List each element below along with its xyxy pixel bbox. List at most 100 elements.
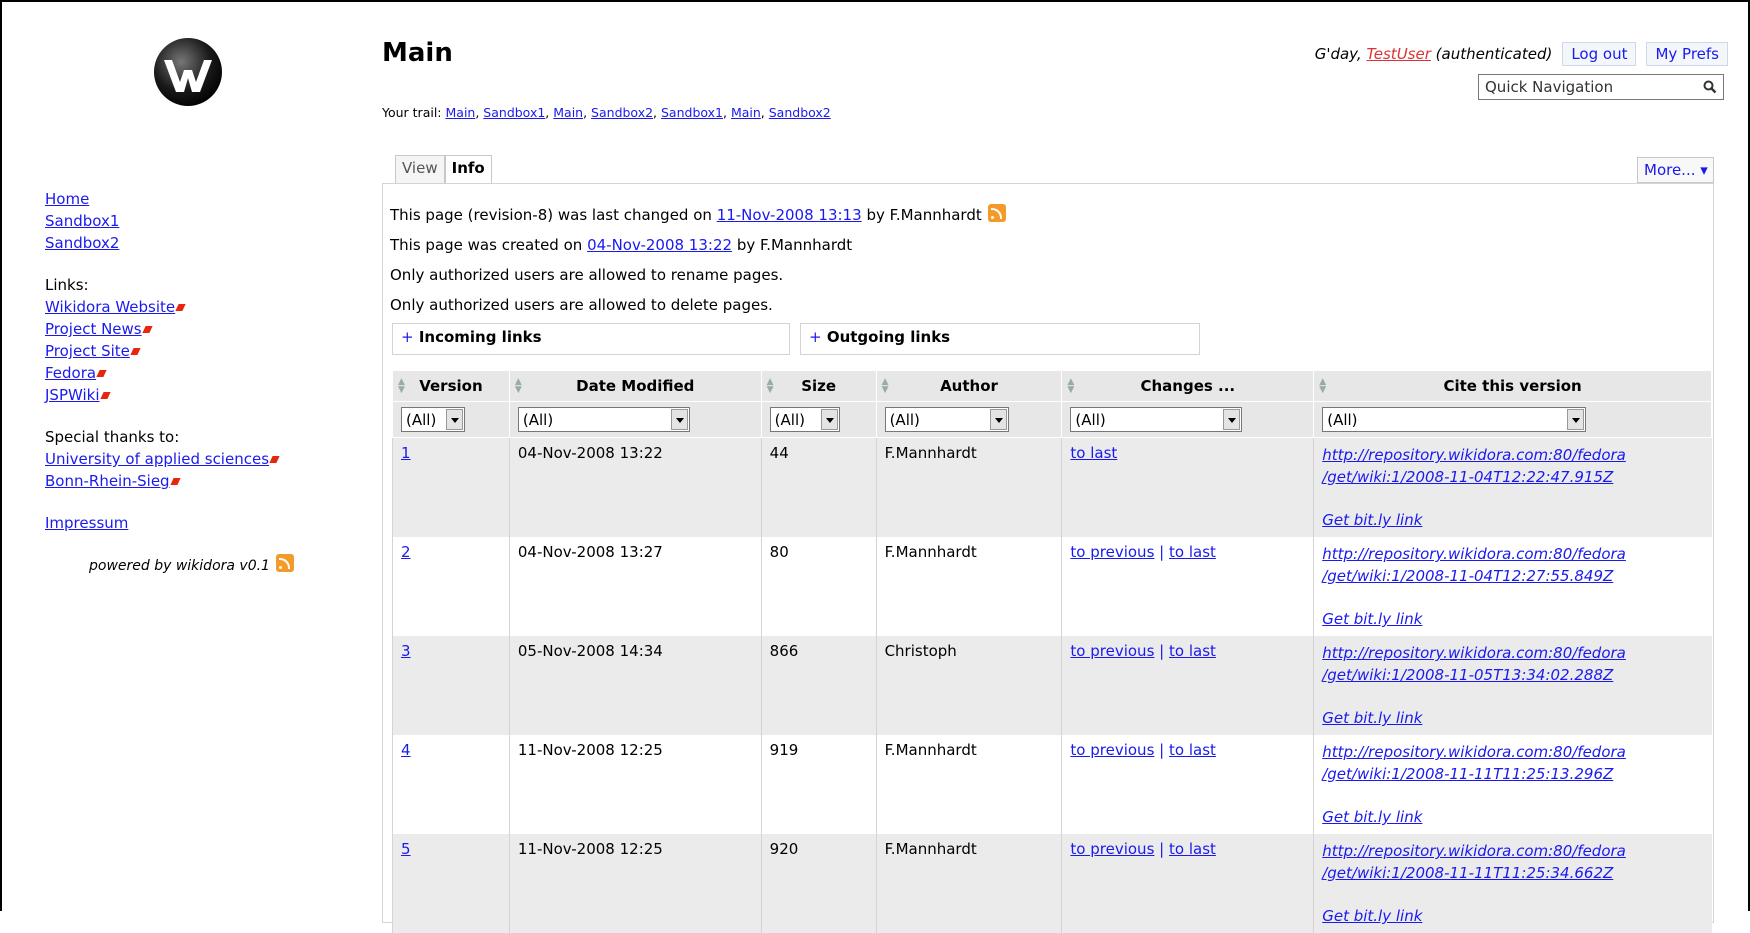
incoming-links-toggle[interactable]: + Incoming links bbox=[392, 323, 790, 355]
cite-url-link[interactable]: /get/wiki:1/2008-11-11T11:25:13.296Z bbox=[1322, 763, 1703, 785]
tab-info[interactable]: Info bbox=[444, 155, 492, 184]
last-changed-line: This page (revision-8) was last changed … bbox=[390, 200, 1006, 230]
date-cell: 04-Nov-2008 13:27 bbox=[508, 537, 762, 636]
external-link-icon bbox=[130, 348, 141, 355]
cite-url-link[interactable]: http://repository.wikidora.com:80/fedora bbox=[1322, 543, 1703, 565]
size-cell: 44 bbox=[760, 437, 877, 537]
link-jspwiki[interactable]: JSPWiki bbox=[45, 386, 100, 404]
column-header-author[interactable]: ▲ ▼ Author bbox=[875, 370, 1063, 402]
to-last-link[interactable]: to last bbox=[1169, 840, 1216, 858]
delete-permission-text: Only authorized users are allowed to del… bbox=[390, 296, 773, 314]
expand-icon: + bbox=[809, 328, 822, 346]
filter-select-size[interactable]: (All) bbox=[769, 407, 840, 432]
filter-select-date[interactable]: (All) bbox=[517, 407, 690, 432]
table-row: 1 04-Nov-2008 13:22 44 F.Mannhardt to la… bbox=[392, 437, 1712, 537]
column-header-cite[interactable]: ▲ ▼ Cite this version bbox=[1313, 370, 1712, 402]
tab-view[interactable]: View bbox=[395, 155, 445, 184]
link-project-news[interactable]: Project News bbox=[45, 320, 142, 338]
bitly-link[interactable]: Get bit.ly link bbox=[1322, 707, 1703, 729]
powered-by-text: powered by wikidora v0.1 bbox=[89, 558, 270, 574]
trail-link[interactable]: Sandbox2 bbox=[591, 105, 653, 120]
powered-by: powered by wikidora v0.1 bbox=[45, 554, 335, 577]
table-row: 3 05-Nov-2008 14:34 866 Christoph to pre… bbox=[392, 636, 1712, 735]
sidebar-link-sandbox1[interactable]: Sandbox1 bbox=[45, 210, 335, 232]
cite-url-link[interactable]: http://repository.wikidora.com:80/fedora bbox=[1322, 642, 1703, 664]
cite-url-link[interactable]: http://repository.wikidora.com:80/fedora bbox=[1322, 840, 1703, 862]
link-impressum[interactable]: Impressum bbox=[45, 512, 335, 534]
version-link[interactable]: 1 bbox=[401, 444, 411, 462]
my-prefs-button[interactable]: My Prefs bbox=[1646, 42, 1728, 66]
cite-url-link[interactable]: http://repository.wikidora.com:80/fedora bbox=[1322, 444, 1703, 466]
table-row: 5 11-Nov-2008 12:25 920 F.Mannhardt to p… bbox=[392, 834, 1712, 933]
filter-select-cite[interactable]: (All) bbox=[1322, 407, 1587, 432]
filter-select-changes[interactable]: (All) bbox=[1070, 407, 1243, 432]
greeting: G'day, TestUser (authenticated) bbox=[1315, 45, 1553, 63]
cite-url-link[interactable]: /get/wiki:1/2008-11-11T11:25:34.662Z bbox=[1322, 862, 1703, 884]
to-last-link[interactable]: to last bbox=[1169, 741, 1216, 759]
link-fedora[interactable]: Fedora bbox=[45, 364, 96, 382]
version-link[interactable]: 5 bbox=[401, 840, 411, 858]
trail-link[interactable]: Sandbox1 bbox=[661, 105, 723, 120]
sidebar-link-sandbox2[interactable]: Sandbox2 bbox=[45, 232, 335, 254]
bitly-link[interactable]: Get bit.ly link bbox=[1322, 608, 1703, 630]
trail-link[interactable]: Sandbox1 bbox=[483, 105, 545, 120]
to-last-link[interactable]: to last bbox=[1070, 444, 1117, 462]
to-previous-link[interactable]: to previous bbox=[1070, 543, 1154, 561]
trail-link[interactable]: Sandbox2 bbox=[769, 105, 831, 120]
outgoing-links-toggle[interactable]: + Outgoing links bbox=[800, 323, 1200, 355]
to-last-link[interactable]: to last bbox=[1169, 543, 1216, 561]
bitly-link[interactable]: Get bit.ly link bbox=[1322, 509, 1703, 531]
trail-link[interactable]: Main bbox=[446, 105, 476, 120]
bitly-link[interactable]: Get bit.ly link bbox=[1322, 905, 1703, 927]
date-cell: 04-Nov-2008 13:22 bbox=[508, 437, 762, 537]
cite-url-link[interactable]: /get/wiki:1/2008-11-04T12:27:55.849Z bbox=[1322, 565, 1703, 587]
bitly-link[interactable]: Get bit.ly link bbox=[1322, 806, 1703, 828]
link-university[interactable]: University of applied sciences bbox=[45, 450, 269, 468]
external-link-icon bbox=[141, 326, 153, 333]
chevron-down-icon bbox=[1567, 409, 1585, 430]
to-previous-link[interactable]: to previous bbox=[1070, 840, 1154, 858]
search-icon[interactable] bbox=[1703, 80, 1717, 94]
column-header-size[interactable]: ▲ ▼ Size bbox=[760, 370, 877, 402]
author-cell: Christoph bbox=[875, 636, 1062, 735]
sidebar-link-home[interactable]: Home bbox=[45, 188, 335, 210]
external-link-icon bbox=[269, 456, 280, 463]
quick-navigation-input[interactable]: Quick Navigation bbox=[1478, 74, 1724, 100]
cite-url-link[interactable]: /get/wiki:1/2008-11-04T12:22:47.915Z bbox=[1322, 466, 1703, 488]
more-menu-button[interactable]: More... ▾ bbox=[1637, 157, 1714, 183]
link-project-site[interactable]: Project Site bbox=[45, 342, 130, 360]
to-last-link[interactable]: to last bbox=[1169, 642, 1216, 660]
column-header-changes[interactable]: ▲ ▼ Changes ... bbox=[1061, 370, 1315, 402]
created-date-link[interactable]: 04-Nov-2008 13:22 bbox=[587, 236, 732, 254]
trail-link[interactable]: Main bbox=[731, 105, 761, 120]
rss-feed-icon[interactable] bbox=[275, 554, 294, 572]
logout-button[interactable]: Log out bbox=[1562, 42, 1637, 66]
date-cell: 05-Nov-2008 14:34 bbox=[508, 636, 762, 735]
last-changed-date-link[interactable]: 11-Nov-2008 13:13 bbox=[717, 206, 862, 224]
filter-select-author[interactable]: (All) bbox=[884, 407, 1009, 432]
column-header-date[interactable]: ▲ ▼ Date Modified bbox=[508, 370, 762, 402]
trail-link[interactable]: Main bbox=[553, 105, 583, 120]
version-link[interactable]: 2 bbox=[401, 543, 411, 561]
version-link[interactable]: 4 bbox=[401, 741, 411, 759]
version-link[interactable]: 3 bbox=[401, 642, 411, 660]
size-cell: 920 bbox=[760, 834, 877, 933]
table-row: 4 11-Nov-2008 12:25 919 F.Mannhardt to p… bbox=[392, 735, 1712, 834]
username-link[interactable]: TestUser bbox=[1366, 45, 1430, 63]
links-label: Links: bbox=[45, 276, 89, 294]
cite-url-link[interactable]: http://repository.wikidora.com:80/fedora bbox=[1322, 741, 1703, 763]
to-previous-link[interactable]: to previous bbox=[1070, 642, 1154, 660]
filter-select-version[interactable]: (All) bbox=[401, 407, 465, 432]
link-wikidora-website[interactable]: Wikidora Website bbox=[45, 298, 175, 316]
column-header-version[interactable]: ▲ ▼ Version bbox=[392, 370, 510, 402]
to-previous-link[interactable]: to previous bbox=[1070, 741, 1154, 759]
sidebar-impressum: Impressum bbox=[45, 512, 335, 534]
incoming-links-label: Incoming links bbox=[418, 328, 542, 346]
wikidora-logo[interactable] bbox=[152, 36, 224, 108]
cite-url-link[interactable]: /get/wiki:1/2008-11-05T13:34:02.288Z bbox=[1322, 664, 1703, 686]
author-cell: F.Mannhardt bbox=[875, 437, 1062, 537]
rss-feed-icon[interactable] bbox=[987, 204, 1006, 222]
link-bonn-rhein-sieg[interactable]: Bonn-Rhein-Sieg bbox=[45, 472, 170, 490]
sidebar-links: Links: Wikidora Website Project News Pro… bbox=[45, 274, 335, 406]
rename-permission-text: Only authorized users are allowed to ren… bbox=[390, 266, 784, 284]
